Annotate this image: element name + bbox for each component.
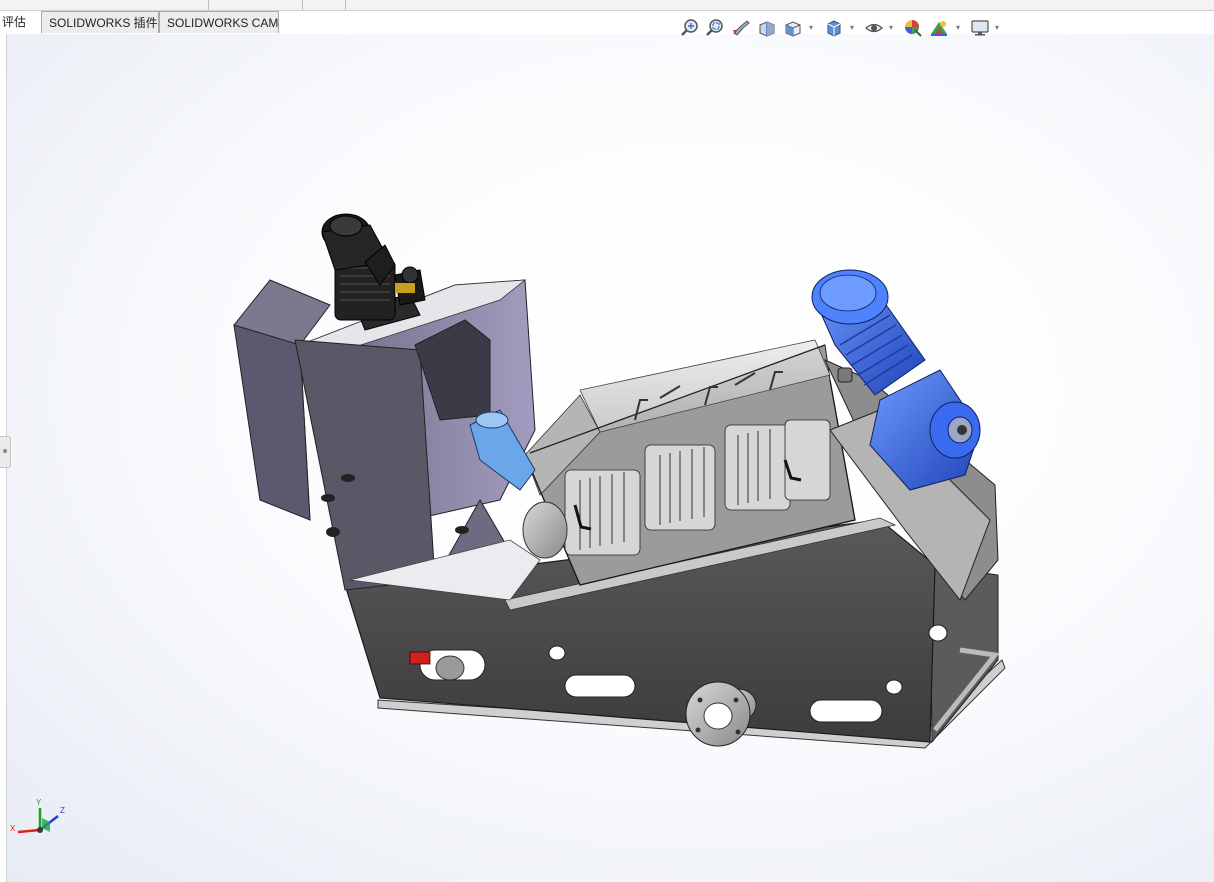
flocculation-tank [233,279,541,601]
outlet-flange [685,681,757,747]
triad-x-label: X [10,824,16,833]
dewatering-machine-model[interactable] [0,0,1214,882]
coordinate-triad: X Y Z [10,798,70,845]
black-mixer-motor [321,213,426,331]
triad-z-label: Z [60,806,65,815]
triad-y-label: Y [36,798,42,807]
